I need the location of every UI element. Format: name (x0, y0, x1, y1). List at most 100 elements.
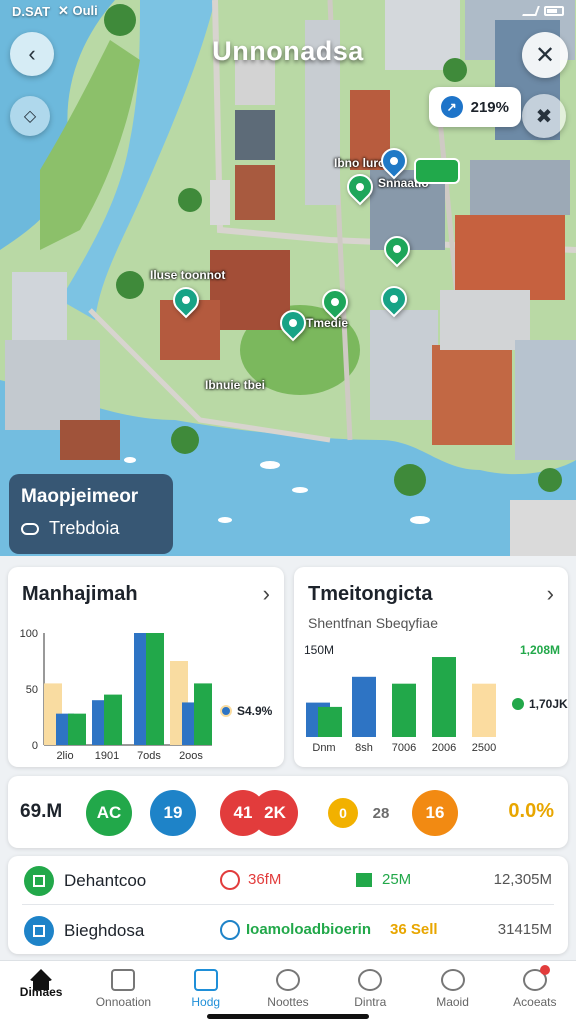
row-green-value: 25M (382, 871, 412, 888)
house-outline-icon (111, 969, 136, 991)
link-icon (220, 920, 240, 940)
bar (146, 633, 164, 745)
battery-icon (544, 6, 564, 16)
tab-operation[interactable]: Onnoation (82, 961, 164, 1024)
bar (194, 683, 212, 745)
legend-dot (512, 698, 524, 710)
x-tick-label: 2500 (472, 742, 496, 754)
row-green-value: 36 Sell (390, 921, 438, 938)
compass-icon (358, 969, 383, 991)
user-icon (522, 965, 550, 991)
metric-list: Dehantcoo 36fM 25M 12,305M Bieghdosa Ioa… (8, 856, 568, 954)
x-tick-label: 2oos (179, 750, 203, 762)
kpi-last: 0.0% (508, 800, 554, 822)
map-label: Tmedie (306, 316, 349, 330)
kpi-circle[interactable]: 19 (150, 790, 196, 836)
tab-label: Maoid (436, 995, 469, 1009)
tab-label: Hodg (191, 995, 221, 1009)
x-tick-label: 2006 (432, 742, 456, 754)
list-item[interactable]: Dehantcoo 36fM 25M 12,305M (8, 858, 568, 902)
x-tick-label: 7006 (392, 742, 416, 754)
status-time: D.SAT (12, 3, 51, 19)
bar (352, 676, 376, 737)
y-tick-label: 0 (32, 740, 38, 752)
info-card-subtitle: Trebdoia (49, 518, 120, 538)
tab-mood[interactable]: Maoid (411, 961, 493, 1024)
tab-label: Onnoation (95, 995, 152, 1009)
list-item[interactable]: Bieghdosa Ioamoloadbioerin 36 Sell 31415… (8, 908, 568, 952)
kpi-circle[interactable]: 2K (252, 790, 298, 836)
kpi-circle[interactable]: AC (86, 790, 132, 836)
chart-card-left[interactable]: Manhajimah › 2lio 1901 7ods 2oos 100 50 0 S4.9… (8, 567, 284, 767)
x-tick-label: 2lio (56, 750, 73, 762)
grid-icon (193, 969, 218, 991)
close-icon: ✕ (534, 41, 556, 69)
legend-item: S4.9% (220, 704, 272, 718)
expand-button[interactable]: ✖ (522, 94, 566, 138)
row-right-value: 12,305M (493, 871, 552, 888)
map-info-card[interactable]: Maopjeimeor Trebdoia (9, 474, 173, 554)
y-tick-label: 50 (26, 684, 38, 696)
divider (22, 904, 554, 905)
row-right-value: 31415M (497, 921, 552, 938)
info-card-row: Trebdoia (21, 518, 161, 539)
map-label: Ibnuie tbei (205, 378, 265, 392)
tab-label: Acoeats (513, 995, 557, 1009)
map-label: Iluse toonnot (150, 268, 226, 282)
tab-home[interactable]: Dimaes (0, 961, 82, 1024)
map-tag[interactable] (414, 158, 460, 184)
bar (318, 706, 342, 737)
chevron-left-icon: ‹ (28, 41, 36, 66)
route-icon (21, 522, 39, 535)
bar (68, 713, 86, 745)
status-icons (522, 6, 564, 16)
row-title: Bieghdosa (64, 921, 145, 940)
bar (104, 694, 122, 745)
row-mid-value: 36fM (248, 871, 282, 888)
bar (392, 683, 416, 737)
tab-accounts[interactable]: Acoeats (494, 961, 576, 1024)
location-button[interactable]: ◇ (10, 96, 50, 136)
app-screen: D.SAT ✕ Ouli Unnonadsa ‹ ◇ ✕ ✖ ↗ 219% Ib… (0, 0, 576, 1024)
row-title: Dehantcoo (64, 871, 147, 890)
square-icon (356, 873, 372, 887)
clock-icon (440, 969, 465, 991)
legend-dot (220, 705, 232, 717)
location-icon: ◇ (23, 108, 37, 125)
kpi-circle[interactable]: 0 (328, 798, 358, 828)
legend-item: 1,70JK (512, 697, 568, 711)
tab-label: Dintra (354, 995, 387, 1009)
map-view[interactable]: D.SAT ✕ Ouli Unnonadsa ‹ ◇ ✕ ✖ ↗ 219% Ib… (0, 0, 576, 556)
map-stat-chip[interactable]: ↗ 219% (428, 87, 521, 127)
bar-chart-left: 2lio 1901 7ods 2oos 100 50 0 (20, 628, 212, 762)
tab-label: Noottes (267, 995, 309, 1009)
map-title: Unnonadsa (212, 36, 364, 66)
home-indicator (207, 1014, 369, 1019)
y-tick-label: 100 (20, 628, 38, 640)
x-tick-label: 8sh (355, 742, 373, 754)
expand-icon: ✖ (535, 105, 553, 128)
legend-value: S4.9% (237, 704, 273, 718)
x-tick-label: Dnm (312, 742, 335, 754)
box-icon (24, 916, 54, 946)
kpi-circle[interactable]: 28 (358, 790, 404, 836)
info-card-title: Maopjeimeor (21, 486, 139, 507)
row-mid-value: Ioamoloadbioerin (246, 921, 372, 938)
home-icon (29, 969, 54, 990)
bar (472, 683, 496, 737)
signal-icon (522, 6, 540, 16)
chart-card-right[interactable]: Tmeitongicta › Shentfnan Sbeqyfiae 150M … (294, 567, 568, 767)
kpi-row: 69.M AC 19 41 2K 0 28 16 0.0% (8, 776, 568, 848)
close-button[interactable]: ✕ (522, 32, 568, 78)
legend-value: 1,70JK (529, 697, 568, 711)
notification-badge (539, 965, 550, 975)
status-carrier: ✕ Ouli (58, 3, 98, 18)
back-button[interactable]: ‹ (10, 32, 54, 76)
plus-icon (275, 969, 300, 991)
kpi-total: 69.M (20, 801, 63, 822)
chip-value: 219% (470, 98, 509, 116)
heart-icon (220, 870, 240, 890)
bar-chart-right: Dnm 8sh 7006 2006 2500 (306, 657, 496, 754)
kpi-circle[interactable]: 16 (412, 790, 458, 836)
chart-icon: ↗ (440, 96, 463, 118)
